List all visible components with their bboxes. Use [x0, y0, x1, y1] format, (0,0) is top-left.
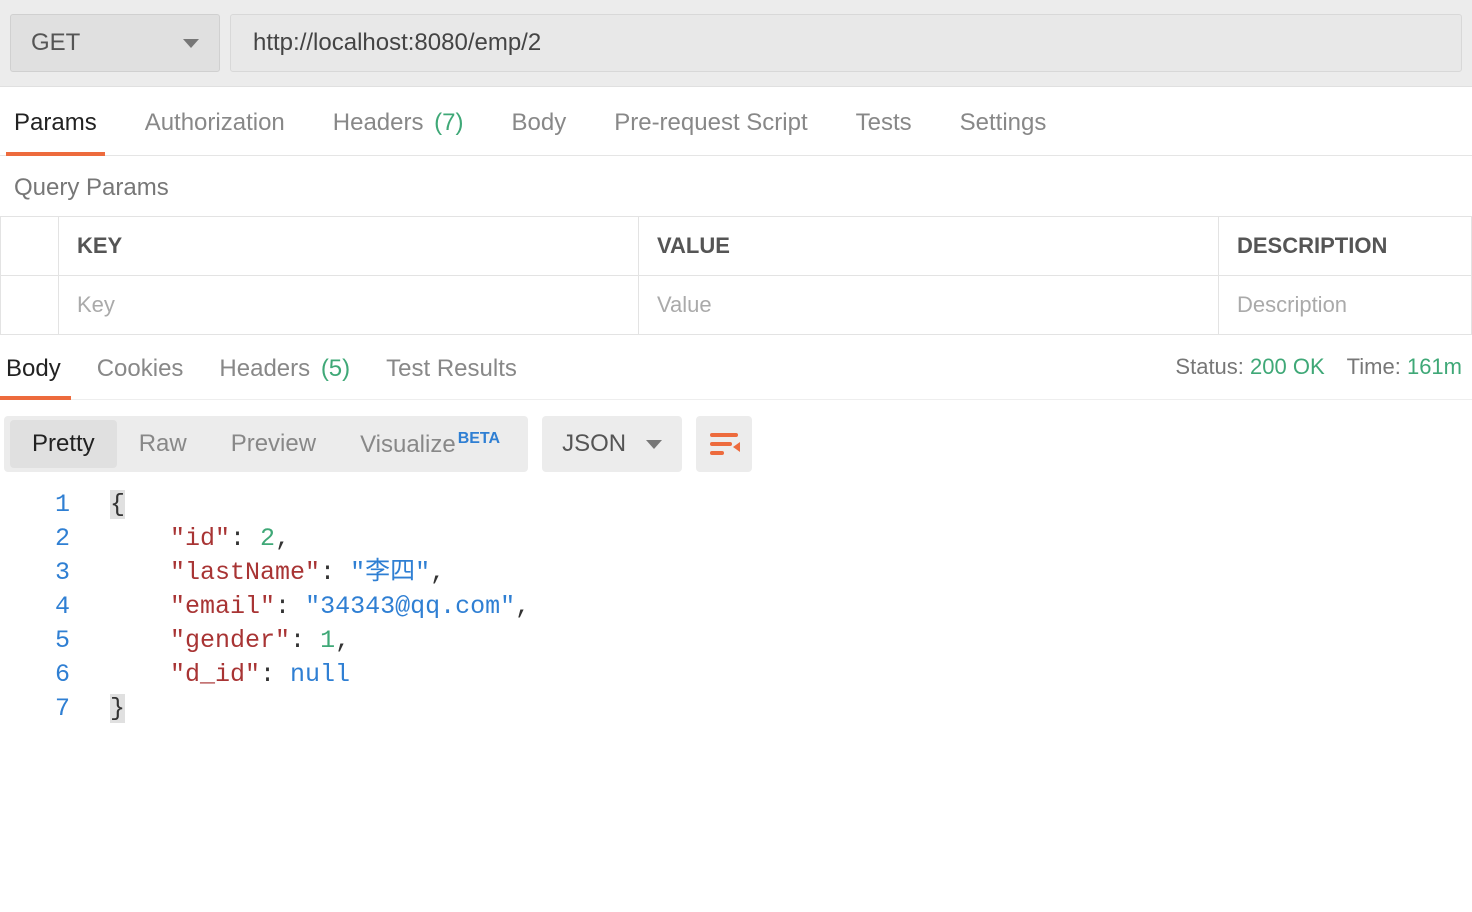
tab-params[interactable]: Params [14, 109, 97, 155]
response-tab-body[interactable]: Body [0, 355, 67, 399]
status-value: 200 OK [1250, 354, 1325, 379]
request-tabs: Params Authorization Headers (7) Body Pr… [0, 87, 1472, 156]
status-label: Status: [1175, 354, 1243, 379]
params-row-checkbox-cell[interactable] [1, 276, 59, 335]
params-header-key: KEY [59, 217, 639, 276]
tab-body-label: Body [512, 109, 567, 136]
response-body-code[interactable]: { "id": 2, "lastName": "李四", "email": "3… [110, 482, 1472, 732]
params-header-checkbox [1, 217, 59, 276]
response-tab-cookies-label: Cookies [97, 355, 184, 382]
response-tab-headers[interactable]: Headers (5) [213, 355, 356, 399]
query-params-table: KEY VALUE DESCRIPTION [0, 216, 1472, 335]
response-tab-testresults-label: Test Results [386, 355, 517, 382]
body-format-label: JSON [562, 430, 626, 458]
response-tab-headers-count: (5) [321, 355, 350, 382]
response-tab-cookies[interactable]: Cookies [91, 355, 190, 399]
http-method-label: GET [31, 29, 80, 57]
tab-authorization[interactable]: Authorization [145, 109, 285, 155]
tab-authorization-label: Authorization [145, 109, 285, 136]
beta-badge: BETA [458, 430, 500, 447]
body-format-select[interactable]: JSON [542, 416, 682, 472]
response-tabs: Body Cookies Headers (5) Test Results [0, 335, 523, 399]
http-method-select[interactable]: GET [10, 14, 220, 72]
tab-headers-count: (7) [434, 109, 463, 136]
params-key-input[interactable] [77, 292, 620, 318]
view-controls: Pretty Raw Preview VisualizeBETA JSON [0, 400, 1472, 482]
line-gutter: 1234567 [0, 482, 110, 732]
view-pretty-label: Pretty [32, 430, 95, 457]
tab-settings-label: Settings [960, 109, 1047, 136]
request-url-bar: GET [0, 0, 1472, 87]
body-view-tabs: Pretty Raw Preview VisualizeBETA [4, 416, 528, 472]
wrap-lines-button[interactable] [696, 416, 752, 472]
query-params-title: Query Params [0, 156, 1472, 216]
chevron-down-icon [183, 39, 199, 48]
view-pretty[interactable]: Pretty [10, 420, 117, 468]
response-bar: Body Cookies Headers (5) Test Results St… [0, 335, 1472, 400]
wrap-lines-icon [710, 433, 738, 455]
tab-prerequest[interactable]: Pre-request Script [614, 109, 807, 155]
table-row [1, 276, 1472, 335]
view-raw[interactable]: Raw [117, 420, 209, 468]
response-tab-headers-label: Headers [219, 355, 310, 382]
params-value-input[interactable] [657, 292, 1200, 318]
tab-prerequest-label: Pre-request Script [614, 109, 807, 136]
view-preview-label: Preview [231, 430, 316, 457]
response-body-viewer: 1234567 { "id": 2, "lastName": "李四", "em… [0, 482, 1472, 732]
tab-tests[interactable]: Tests [856, 109, 912, 155]
tab-settings[interactable]: Settings [960, 109, 1047, 155]
url-input[interactable] [230, 14, 1462, 72]
params-description-input[interactable] [1237, 292, 1453, 318]
view-visualize-label: Visualize [360, 431, 456, 458]
response-meta: Status: 200 OK Time: 161m [1175, 354, 1462, 380]
response-tab-body-label: Body [6, 355, 61, 382]
tab-headers[interactable]: Headers (7) [333, 109, 464, 155]
view-raw-label: Raw [139, 430, 187, 457]
tab-headers-label: Headers [333, 109, 424, 136]
tab-params-label: Params [14, 109, 97, 136]
params-header-value: VALUE [639, 217, 1219, 276]
time-label: Time: [1347, 354, 1401, 379]
view-visualize[interactable]: VisualizeBETA [338, 420, 522, 469]
params-header-description: DESCRIPTION [1219, 217, 1472, 276]
tab-tests-label: Tests [856, 109, 912, 136]
time-value: 161m [1407, 354, 1462, 379]
chevron-down-icon [646, 440, 662, 449]
view-preview[interactable]: Preview [209, 420, 338, 468]
tab-body[interactable]: Body [512, 109, 567, 155]
response-tab-testresults[interactable]: Test Results [380, 355, 523, 399]
